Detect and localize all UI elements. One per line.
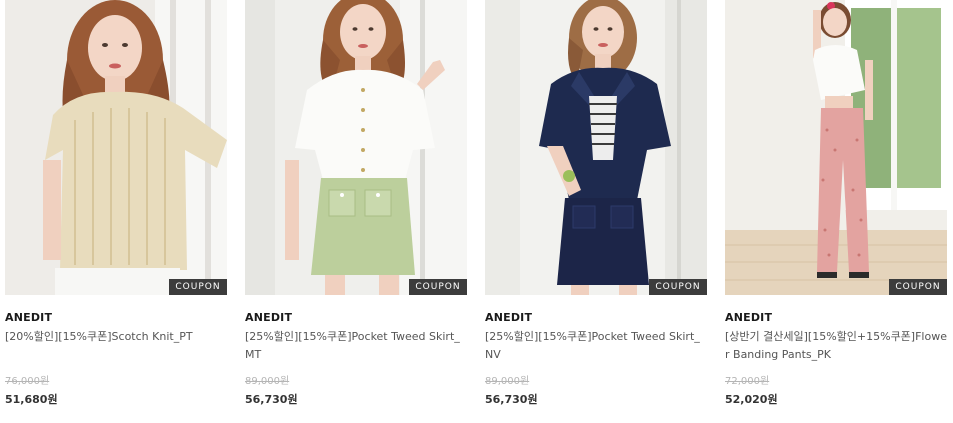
product-name[interactable]: [25%할인][15%쿠폰]Pocket Tweed Skirt_MT <box>245 328 467 364</box>
coupon-badge: COUPON <box>889 279 947 295</box>
sale-price: 56,730원 <box>245 393 298 406</box>
sale-price: 52,020원 <box>725 393 778 406</box>
product-photo-pink-pants <box>725 0 947 295</box>
product-brand: ANEDIT <box>245 311 293 324</box>
product-name[interactable]: [상반기 결산세일][15%할인+15%쿠폰]Flower Banding Pa… <box>725 328 947 364</box>
coupon-badge: COUPON <box>409 279 467 295</box>
sale-price: 56,730원 <box>485 393 538 406</box>
product-image[interactable]: COUPON <box>725 0 947 295</box>
product-card[interactable]: COUPON ANEDIT [25%할인][15%쿠폰]Pocket Tweed… <box>245 0 467 423</box>
product-image[interactable]: COUPON <box>245 0 467 295</box>
product-brand: ANEDIT <box>725 311 773 324</box>
product-name[interactable]: [20%할인][15%쿠폰]Scotch Knit_PT <box>5 328 227 346</box>
product-image[interactable]: COUPON <box>5 0 227 295</box>
product-photo-navy-set <box>485 0 707 295</box>
product-photo-knit <box>5 0 227 295</box>
product-grid: COUPON ANEDIT [20%할인][15%쿠폰]Scotch Knit_… <box>0 0 953 423</box>
product-brand: ANEDIT <box>485 311 533 324</box>
original-price: 76,000원 <box>5 376 50 387</box>
product-card[interactable]: COUPON ANEDIT [25%할인][15%쿠폰]Pocket Tweed… <box>485 0 707 423</box>
product-photo-mint-skirt <box>245 0 467 295</box>
sale-price: 51,680원 <box>5 393 58 406</box>
product-brand: ANEDIT <box>5 311 53 324</box>
coupon-badge: COUPON <box>169 279 227 295</box>
product-card[interactable]: COUPON ANEDIT [상반기 결산세일][15%할인+15%쿠폰]Flo… <box>725 0 947 423</box>
original-price: 72,000원 <box>725 376 770 387</box>
product-image[interactable]: COUPON <box>485 0 707 295</box>
coupon-badge: COUPON <box>649 279 707 295</box>
product-name[interactable]: [25%할인][15%쿠폰]Pocket Tweed Skirt_NV <box>485 328 707 364</box>
original-price: 89,000원 <box>485 376 530 387</box>
original-price: 89,000원 <box>245 376 290 387</box>
product-card[interactable]: COUPON ANEDIT [20%할인][15%쿠폰]Scotch Knit_… <box>5 0 227 423</box>
